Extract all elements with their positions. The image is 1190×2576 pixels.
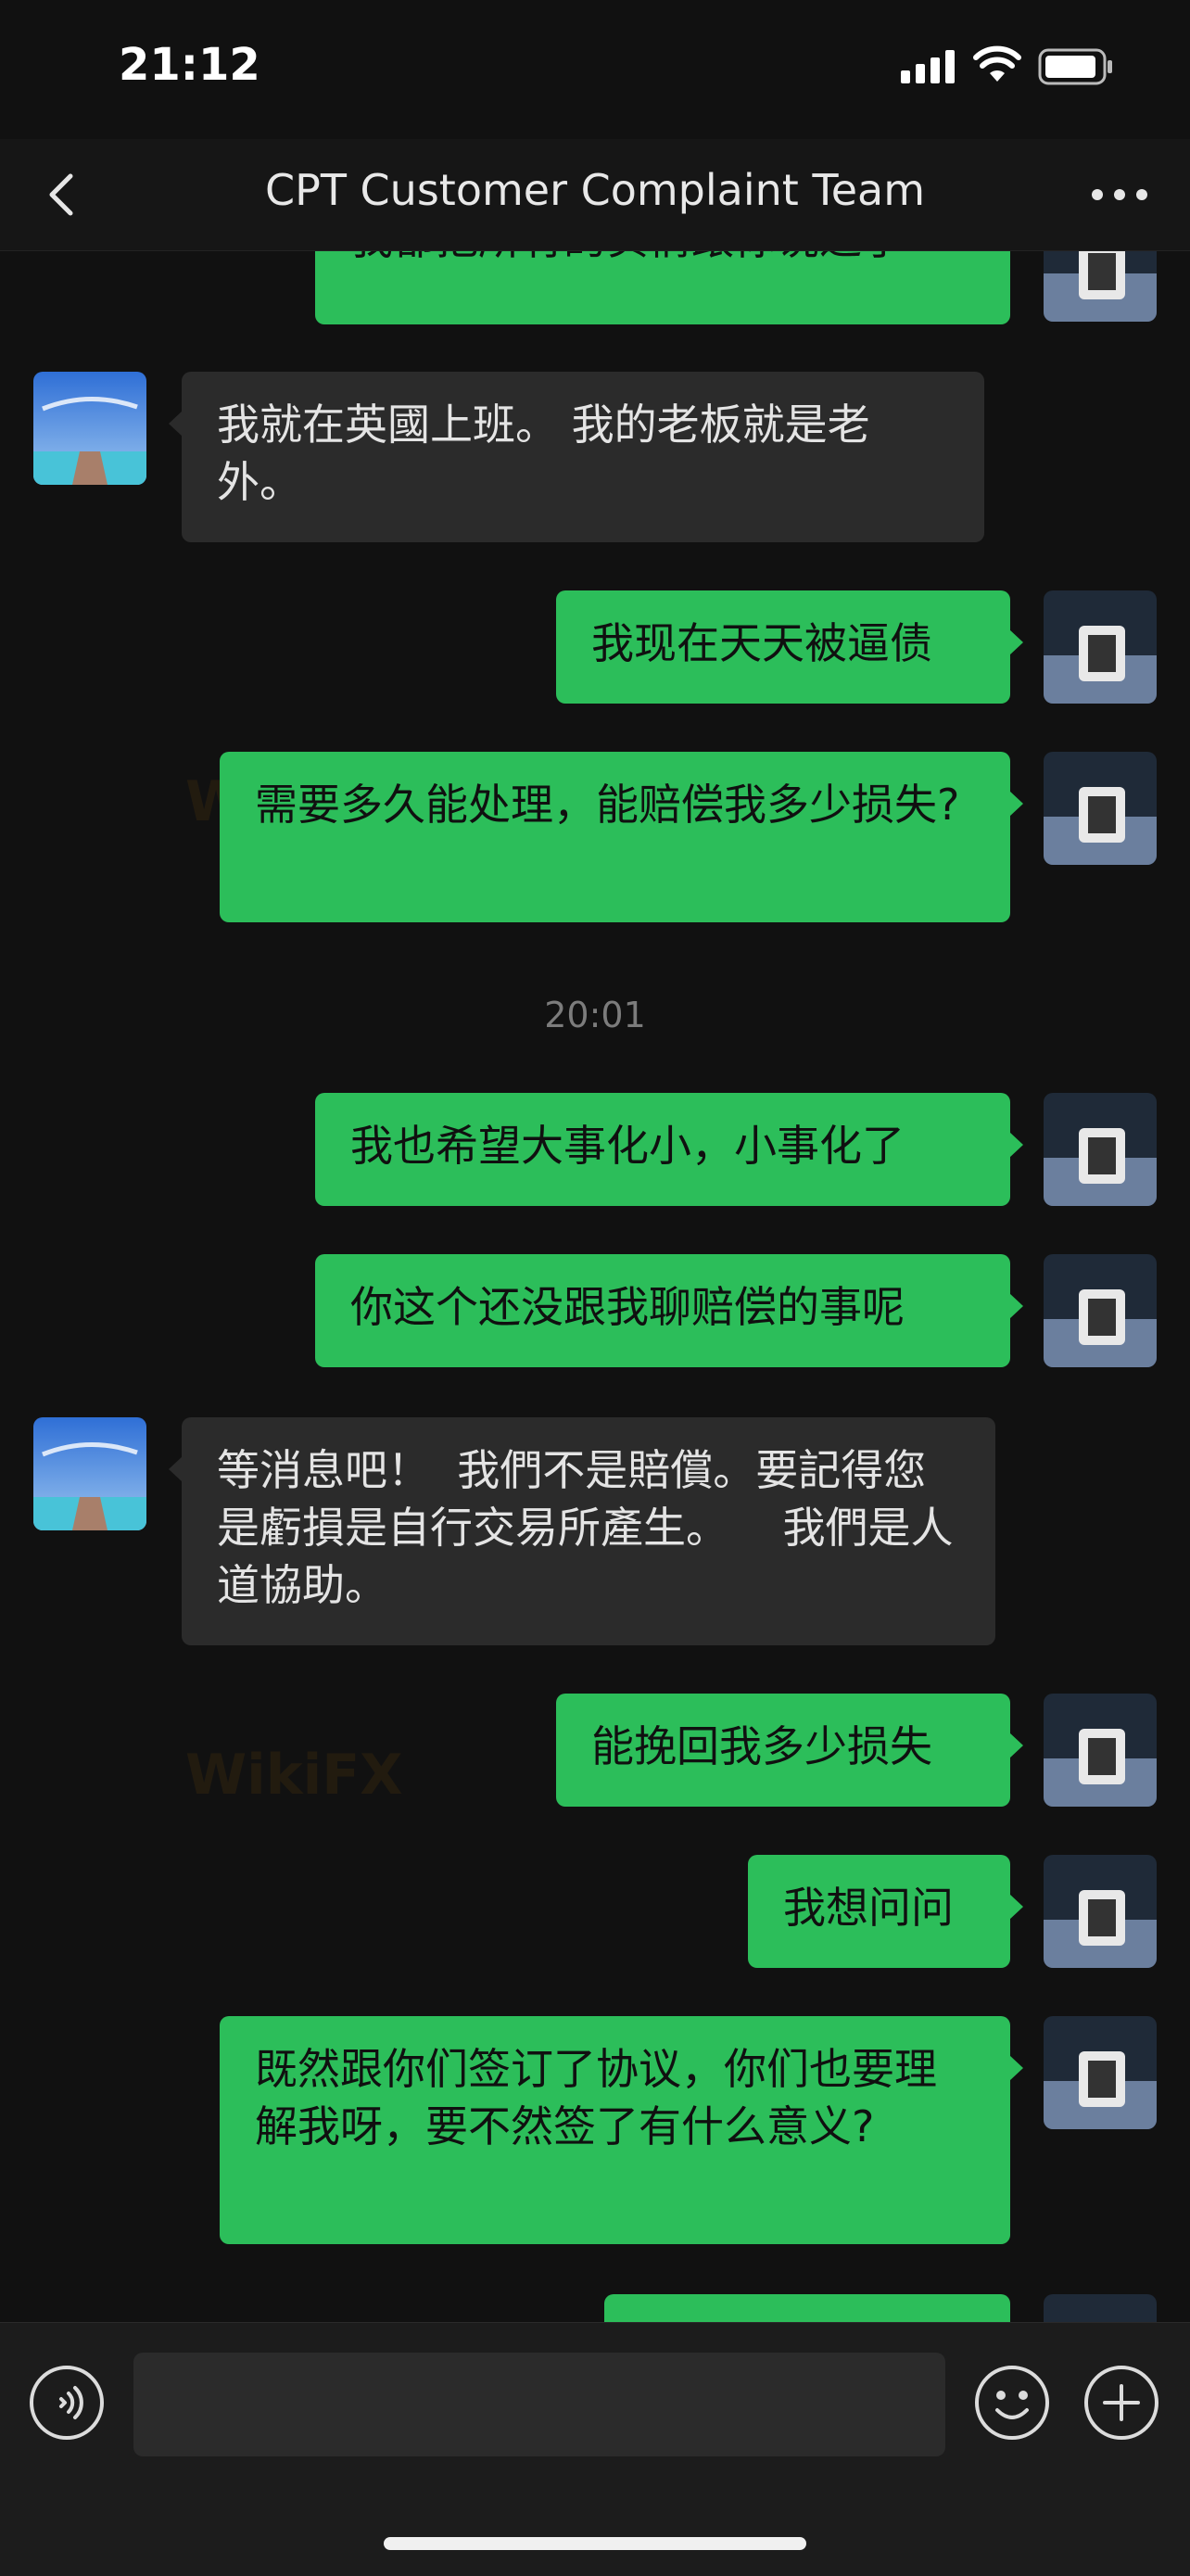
status-bar: 21:12 <box>0 0 1190 139</box>
message-bubble-in[interactable]: 等消息吧！ 我們不是賠償。要記得您是虧損是自行交易所產生。 我們是人道協助。 <box>169 1417 995 1645</box>
my-avatar[interactable] <box>1044 1855 1157 1968</box>
message-input[interactable] <box>133 2353 945 2456</box>
message-bubble-out[interactable]: 我现在天天被逼债 <box>556 590 1023 704</box>
message-bubble-out[interactable]: 我都把所有的实情跟你说过了 <box>315 251 1010 324</box>
my-avatar[interactable] <box>1044 590 1157 704</box>
my-avatar[interactable] <box>1044 1694 1157 1807</box>
home-indicator[interactable] <box>384 2537 806 2550</box>
voice-icon[interactable] <box>28 2364 106 2442</box>
contact-avatar[interactable] <box>33 372 146 485</box>
my-avatar[interactable] <box>1044 1254 1157 1367</box>
chat-title: CPT Customer Complaint Team <box>264 165 926 215</box>
emoji-icon[interactable] <box>973 2364 1051 2442</box>
signal-icon <box>901 50 955 83</box>
message-bubble-out[interactable] <box>604 2294 1010 2322</box>
my-avatar[interactable] <box>1044 251 1157 322</box>
battery-icon <box>1038 48 1112 85</box>
message-bubble-in[interactable]: 我就在英國上班。 我的老板就是老外。 <box>169 372 984 542</box>
message-bubble-out[interactable]: 你这个还没跟我聊赔偿的事呢 <box>315 1254 1023 1367</box>
message-bubble-out[interactable]: 我想问问 <box>748 1855 1023 1968</box>
contact-avatar[interactable] <box>33 1417 146 1530</box>
my-avatar[interactable] <box>1044 2016 1157 2129</box>
plus-icon[interactable] <box>1082 2364 1160 2442</box>
nav-bar: CPT Customer Complaint Team <box>0 139 1190 251</box>
message-bubble-out[interactable]: 我也希望大事化小，小事化了 <box>315 1093 1023 1206</box>
my-avatar[interactable] <box>1044 752 1157 865</box>
wifi-icon <box>973 45 1021 82</box>
message-bubble-out[interactable]: 需要多久能处理，能赔偿我多少损失? <box>220 752 1023 922</box>
my-avatar[interactable] <box>1044 1093 1157 1206</box>
message-bubble-out[interactable]: 能挽回我多少损失 <box>556 1694 1023 1807</box>
my-avatar[interactable] <box>1044 2294 1157 2322</box>
timestamp: 20:01 <box>544 995 646 1035</box>
message-bubble-out[interactable]: 既然跟你们签订了协议，你们也要理解我呀，要不然签了有什么意义? <box>220 2016 1023 2244</box>
status-time: 21:12 <box>119 39 260 91</box>
more-dots-icon[interactable] <box>1082 165 1157 224</box>
chat-messages[interactable]: 我都把所有的实情跟你说过了 我就在英國上班。 我的老板就是老外。 我现在天天被逼… <box>0 251 1190 2322</box>
